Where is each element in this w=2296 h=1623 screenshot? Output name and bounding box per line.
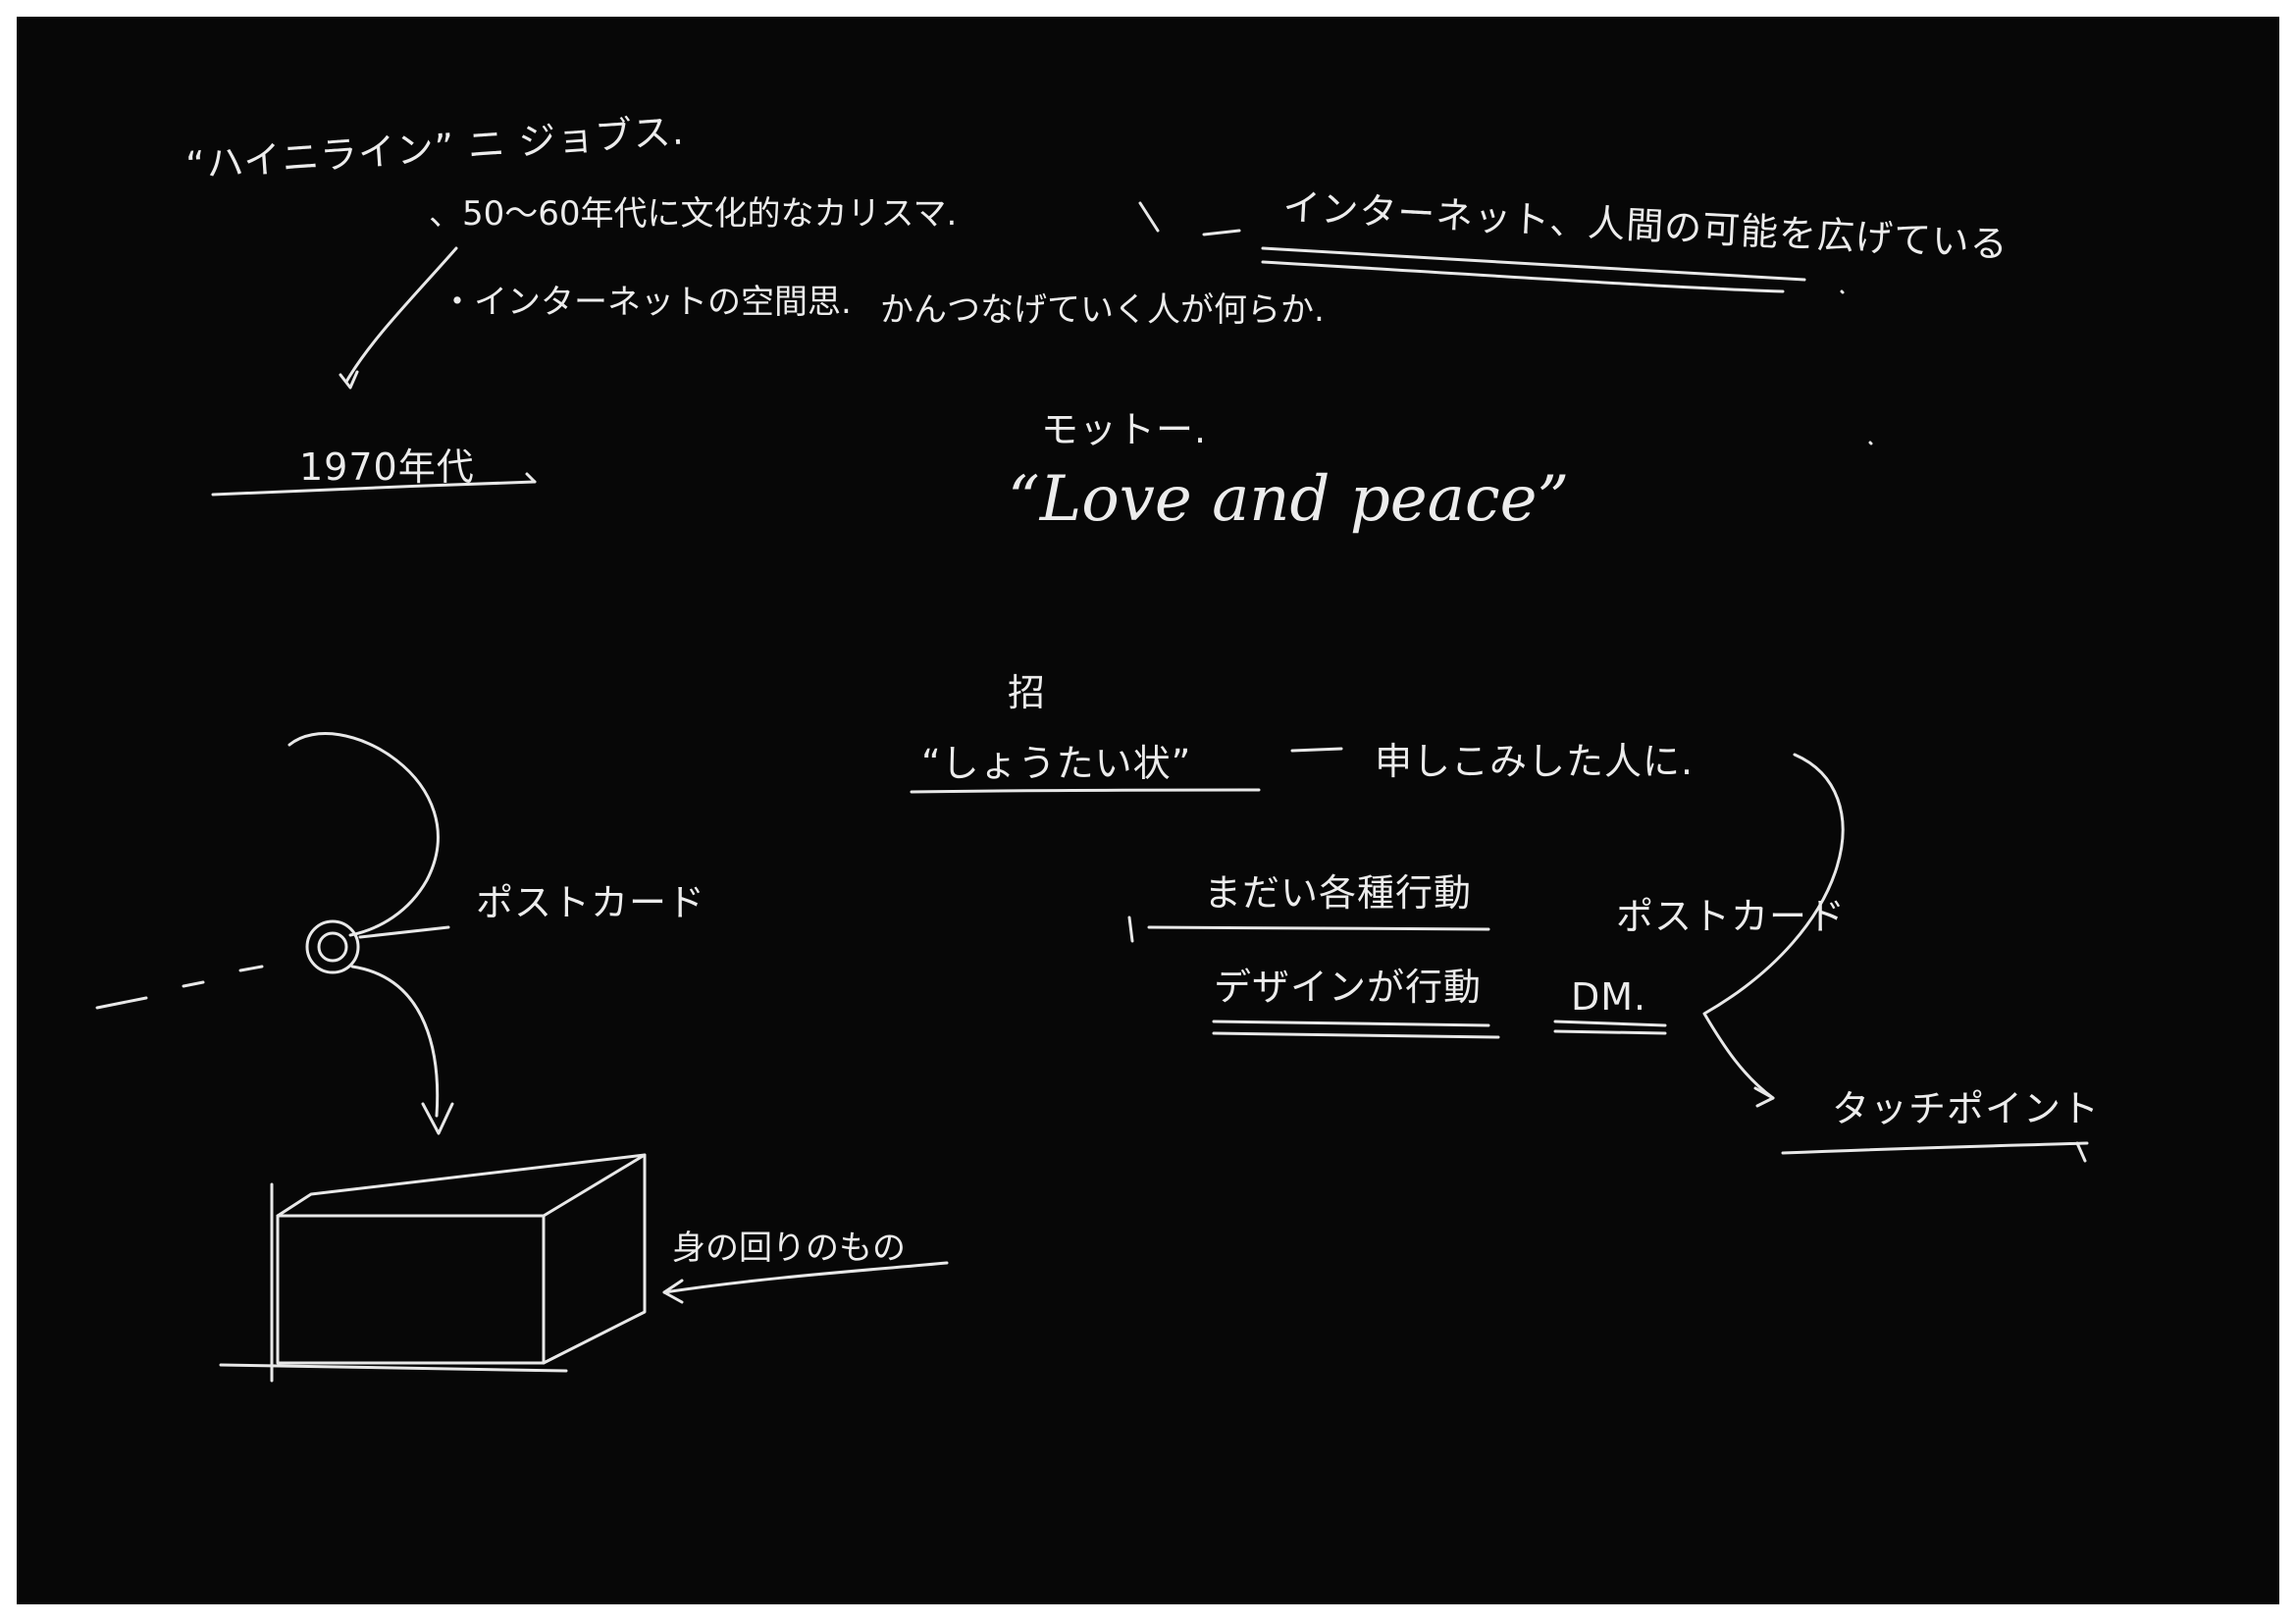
note-touchpoint: タッチポイント (1832, 1087, 2101, 1130)
dash-invitation (1290, 747, 1343, 753)
dash-left-2 (182, 980, 205, 988)
box-front (276, 1214, 546, 1365)
note-action-2: デザインが行動 (1214, 966, 1483, 1009)
underline-dm-2 (1553, 1029, 1667, 1035)
underline-action-2b (1212, 1031, 1500, 1039)
note-motto: モットー. (1041, 408, 1208, 451)
target-circle-outer (305, 919, 360, 974)
note-internet-thought: ・インターネットの空間思. (441, 283, 852, 322)
tick-action-1 (1127, 916, 1134, 943)
note-action-1: まだい各種行動 (1204, 871, 1473, 915)
note-box-label: 身の回りのもの (672, 1229, 906, 1268)
dash-mark (1202, 229, 1241, 236)
note-postcard-right: ポストカード (1616, 895, 1847, 938)
underline-action-2a (1212, 1020, 1490, 1027)
blackboard: “ハイニライン” ニ ジョブス. 、50〜60年代に文化的なカリスマ. ・インタ… (17, 17, 2279, 1604)
underline-action-1 (1147, 925, 1490, 931)
dot-far (1868, 441, 1873, 445)
dash-left-1 (95, 996, 148, 1010)
underline-touchpoint (1781, 1141, 2089, 1155)
note-applied-people: 申しこみした人に. (1375, 740, 1695, 783)
tick-touchpoint (2075, 1141, 2087, 1163)
note-postcard-left: ポストカード (476, 881, 706, 924)
underline-internet-1 (1261, 246, 1806, 282)
dot-right (1840, 289, 1845, 294)
arrow-to-box (350, 965, 440, 1118)
note-love-and-peace: “Love and peace” (1008, 463, 1570, 536)
note-dm: DM. (1571, 975, 1647, 1019)
underline-internet-2 (1261, 260, 1785, 293)
target-circle-inner (317, 931, 348, 963)
note-invitation-quote: “しょうたい状” (921, 742, 1192, 785)
slash-mark (1138, 201, 1160, 233)
note-era-50-60: 、50〜60年代に文化的なカリスマ. (429, 194, 958, 234)
underline-invitation (910, 788, 1261, 794)
box-top (276, 1153, 647, 1218)
note-connecting-people: かんつなげていく人が何らか. (880, 290, 1325, 330)
underline-dm (1553, 1020, 1667, 1027)
note-1970: 1970年代 (299, 445, 475, 489)
loop-curve (287, 732, 440, 937)
note-mark: 招 (1008, 671, 1047, 714)
dash-left-3 (238, 965, 264, 972)
